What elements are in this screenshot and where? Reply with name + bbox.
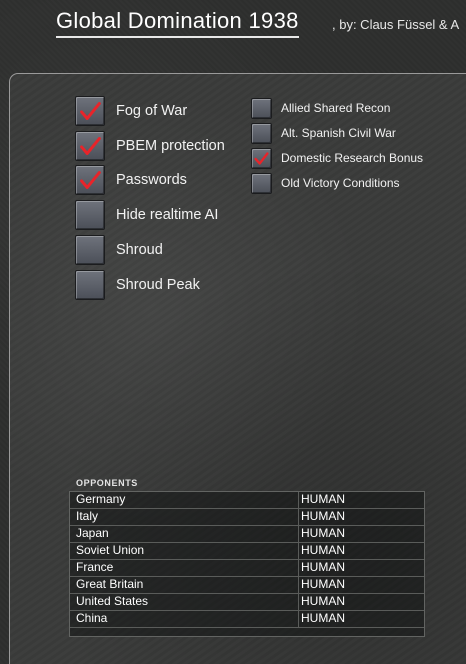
control-cell[interactable]: HUMAN: [299, 560, 345, 576]
nation-cell: China: [70, 611, 299, 627]
hide-realtime-ai-checkbox[interactable]: [75, 200, 105, 230]
table-row[interactable]: Italy HUMAN: [70, 509, 424, 526]
allied-shared-recon-checkbox[interactable]: [251, 97, 272, 119]
domestic-research-bonus-label: Domestic Research Bonus: [281, 151, 424, 165]
option-old-victory-conditions[interactable]: Old Victory Conditions: [251, 172, 400, 194]
nation-cell: France: [70, 560, 299, 576]
table-row[interactable]: Soviet Union HUMAN: [70, 543, 424, 560]
fog-of-war-checkbox[interactable]: [75, 96, 105, 126]
red-checkmark-icon: [254, 151, 269, 165]
option-domestic-research-bonus[interactable]: Domestic Research Bonus: [251, 147, 423, 169]
control-cell[interactable]: HUMAN: [299, 526, 345, 542]
old-victory-conditions-checkbox[interactable]: [251, 172, 272, 194]
scenario-title: Global Domination 1938: [56, 8, 299, 38]
table-row[interactable]: Germany HUMAN: [70, 492, 424, 509]
option-pbem-protection[interactable]: PBEM protection: [75, 130, 225, 162]
nation-cell: Great Britain: [70, 577, 299, 593]
shroud-label: Shroud: [116, 242, 163, 258]
table-row[interactable]: United States HUMAN: [70, 594, 424, 611]
nation-cell: Japan: [70, 526, 299, 542]
nation-cell: United States: [70, 594, 299, 610]
pbem-protection-label: PBEM protection: [116, 138, 225, 154]
option-shroud[interactable]: Shroud: [75, 234, 163, 266]
control-cell[interactable]: HUMAN: [299, 611, 345, 627]
red-checkmark-icon: [80, 171, 101, 189]
allied-shared-recon-label: Allied Shared Recon: [281, 101, 391, 115]
shroud-peak-label: Shroud Peak: [116, 277, 200, 293]
shroud-peak-checkbox[interactable]: [75, 270, 105, 300]
table-row[interactable]: Great Britain HUMAN: [70, 577, 424, 594]
red-checkmark-icon: [80, 137, 101, 155]
pbem-protection-checkbox[interactable]: [75, 131, 105, 161]
table-row[interactable]: France HUMAN: [70, 560, 424, 577]
control-cell[interactable]: HUMAN: [299, 594, 345, 610]
option-alt-spanish-civil-war[interactable]: Alt. Spanish Civil War: [251, 122, 396, 144]
domestic-research-bonus-checkbox[interactable]: [251, 147, 272, 169]
control-cell[interactable]: HUMAN: [299, 509, 345, 525]
opponents-table: Germany HUMAN Italy HUMAN Japan HUMAN Sovie…: [69, 491, 425, 637]
table-row[interactable]: Japan HUMAN: [70, 526, 424, 543]
option-allied-shared-recon[interactable]: Allied Shared Recon: [251, 97, 390, 119]
table-row[interactable]: China HUMAN: [70, 611, 424, 628]
shroud-checkbox[interactable]: [75, 235, 105, 265]
option-hide-realtime-ai[interactable]: Hide realtime AI: [75, 199, 218, 231]
fog-of-war-label: Fog of War: [116, 103, 188, 119]
control-cell[interactable]: HUMAN: [299, 577, 345, 593]
alt-spanish-civil-war-checkbox[interactable]: [251, 122, 272, 144]
passwords-label: Passwords: [116, 172, 187, 188]
nation-cell: Soviet Union: [70, 543, 299, 559]
scenario-author: , by: Claus Füssel & A: [332, 17, 460, 32]
old-victory-conditions-label: Old Victory Conditions: [281, 176, 400, 190]
passwords-checkbox[interactable]: [75, 165, 105, 195]
nation-cell: Germany: [70, 492, 299, 508]
alt-spanish-civil-war-label: Alt. Spanish Civil War: [281, 126, 396, 140]
control-cell[interactable]: HUMAN: [299, 492, 345, 508]
nation-cell: Italy: [70, 509, 299, 525]
opponents-header: OPPONENTS: [76, 478, 138, 488]
hide-realtime-ai-label: Hide realtime AI: [116, 207, 219, 223]
option-shroud-peak[interactable]: Shroud Peak: [75, 269, 200, 301]
option-passwords[interactable]: Passwords: [75, 164, 187, 196]
red-checkmark-icon: [80, 102, 101, 120]
option-fog-of-war[interactable]: Fog of War: [75, 95, 187, 127]
control-cell[interactable]: HUMAN: [299, 543, 345, 559]
